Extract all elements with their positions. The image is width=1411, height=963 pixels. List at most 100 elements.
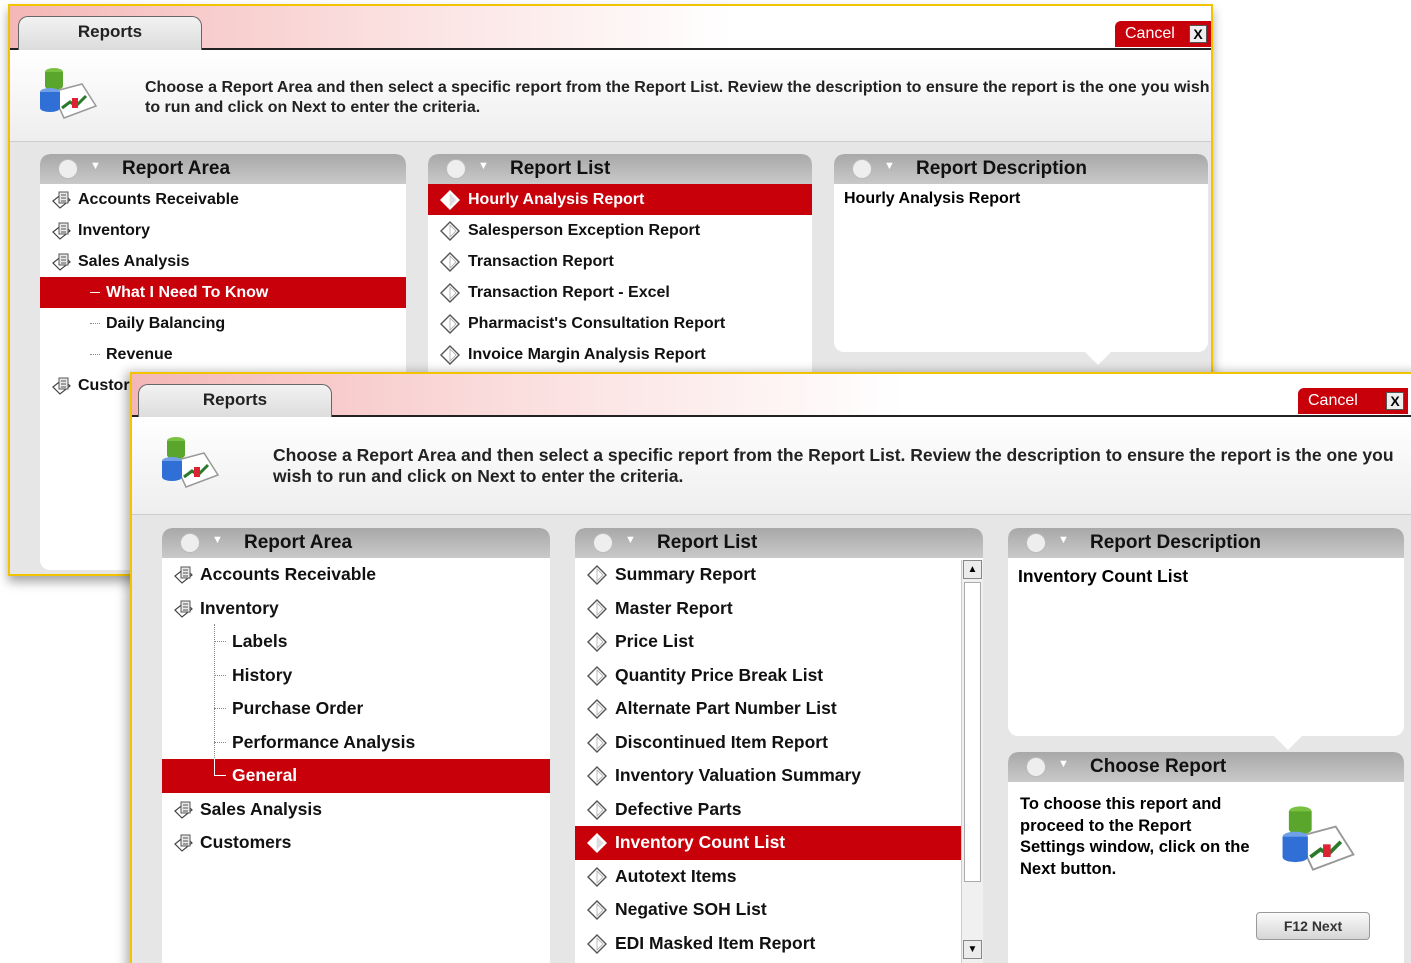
report-item-salesperson-exception[interactable]: Salesperson Exception Report bbox=[428, 215, 812, 246]
tree-item-label: Customers bbox=[200, 832, 292, 852]
close-icon[interactable]: X bbox=[1189, 25, 1207, 43]
report-item-label: Alternate Part Number List bbox=[615, 698, 837, 718]
report-icon bbox=[587, 565, 607, 585]
tree-connector bbox=[214, 641, 226, 642]
tree-item-label: Accounts Receivable bbox=[200, 564, 377, 584]
report-icon bbox=[587, 599, 607, 619]
tree-item-label: General bbox=[232, 765, 298, 785]
report-item-hourly-analysis[interactable]: Hourly Analysis Report bbox=[428, 184, 812, 215]
report-icon bbox=[440, 221, 460, 241]
tree-item-label: Daily Balancing bbox=[106, 315, 226, 332]
report-area-header: ▼ Report Area bbox=[162, 528, 550, 558]
tree-item-inventory[interactable]: Inventory bbox=[162, 592, 550, 626]
tree-item-revenue[interactable]: Revenue bbox=[40, 339, 406, 370]
folder-icon bbox=[58, 159, 78, 179]
tree-item-what-i-need-to-know[interactable]: What I Need To Know bbox=[40, 277, 406, 308]
tab-reports[interactable]: Reports bbox=[18, 16, 202, 50]
description-pointer bbox=[1084, 351, 1112, 365]
choose-report-title: Choose Report bbox=[1090, 756, 1227, 777]
report-list-items: Summary Report Master Report Price List … bbox=[575, 558, 961, 960]
tree-connector bbox=[90, 323, 100, 324]
tree-connector bbox=[90, 354, 100, 355]
report-item-edi-masked[interactable]: EDI Masked Item Report bbox=[575, 927, 961, 961]
report-icon bbox=[587, 632, 607, 652]
reports-window-foreground: Reports Cancel X Choose a Report Area an… bbox=[130, 372, 1411, 963]
tree-item-general[interactable]: General bbox=[162, 759, 550, 793]
cancel-button[interactable]: Cancel X bbox=[1298, 388, 1408, 414]
collapse-arrow-icon[interactable]: ▼ bbox=[1058, 758, 1069, 770]
collapse-arrow-icon[interactable]: ▼ bbox=[212, 534, 223, 546]
next-button[interactable]: F12 Next bbox=[1256, 912, 1370, 940]
tree-item-history[interactable]: History bbox=[162, 659, 550, 693]
tree-item-performance-analysis[interactable]: Performance Analysis bbox=[162, 726, 550, 760]
report-item-negative-soh[interactable]: Negative SOH List bbox=[575, 893, 961, 927]
report-item-discontinued-item[interactable]: Discontinued Item Report bbox=[575, 726, 961, 760]
report-icon bbox=[440, 252, 460, 272]
report-item-inventory-valuation[interactable]: Inventory Valuation Summary bbox=[575, 759, 961, 793]
tree-item-customers[interactable]: Customers bbox=[162, 826, 550, 860]
collapse-arrow-icon[interactable]: ▼ bbox=[90, 160, 101, 172]
report-area-title: Report Area bbox=[122, 158, 231, 179]
report-list-panel: ▼ Report List Summary Report Master Repo… bbox=[575, 528, 983, 963]
report-item-summary[interactable]: Summary Report bbox=[575, 558, 961, 592]
tree-item-purchase-order[interactable]: Purchase Order bbox=[162, 692, 550, 726]
choose-report-panel: ▼ Choose Report To choose this report an… bbox=[1008, 752, 1404, 963]
report-item-defective-parts[interactable]: Defective Parts bbox=[575, 793, 961, 827]
tree-item-label: What I Need To Know bbox=[106, 284, 269, 301]
tree-item-sales-analysis[interactable]: Sales Analysis bbox=[162, 793, 550, 827]
report-item-autotext[interactable]: Autotext Items bbox=[575, 860, 961, 894]
cancel-label: Cancel bbox=[1308, 392, 1358, 409]
report-item-label: Pharmacist's Consultation Report bbox=[468, 315, 726, 332]
collapse-arrow-icon[interactable]: ▼ bbox=[625, 534, 636, 546]
folder-icon bbox=[180, 533, 200, 553]
report-item-quantity-price-break[interactable]: Quantity Price Break List bbox=[575, 659, 961, 693]
tree-item-accounts-receivable[interactable]: Accounts Receivable bbox=[162, 558, 550, 592]
report-description-text: Inventory Count List bbox=[1018, 566, 1189, 586]
report-item-alternate-part-number[interactable]: Alternate Part Number List bbox=[575, 692, 961, 726]
report-category-icon bbox=[50, 190, 72, 210]
report-item-transaction[interactable]: Transaction Report bbox=[428, 246, 812, 277]
tree-item-labels[interactable]: Labels bbox=[162, 625, 550, 659]
report-icon bbox=[440, 283, 460, 303]
report-item-label: Quantity Price Break List bbox=[615, 664, 824, 685]
scroll-down-arrow-icon[interactable]: ▼ bbox=[963, 940, 982, 959]
instruction-text: Choose a Report Area and then select a s… bbox=[273, 445, 1394, 486]
cancel-button[interactable]: Cancel X bbox=[1115, 21, 1211, 47]
report-description-header: ▼ Report Description bbox=[1008, 528, 1404, 558]
eye-icon bbox=[1026, 533, 1046, 553]
report-item-label: Salesperson Exception Report bbox=[468, 222, 701, 239]
report-category-icon bbox=[50, 252, 72, 272]
report-item-label: Invoice Margin Analysis Report bbox=[468, 346, 706, 363]
description-pointer bbox=[1274, 736, 1302, 750]
report-description-text: Hourly Analysis Report bbox=[844, 190, 1021, 207]
report-item-master[interactable]: Master Report bbox=[575, 592, 961, 626]
report-item-label: Summary Report bbox=[615, 564, 757, 584]
scroll-up-arrow-icon[interactable]: ▲ bbox=[963, 560, 982, 579]
report-description-panel: ▼ Report Description Inventory Count Lis… bbox=[1008, 528, 1404, 736]
tree-item-sales-analysis[interactable]: Sales Analysis bbox=[40, 246, 406, 277]
report-category-icon bbox=[50, 221, 72, 241]
database-report-icon bbox=[1280, 798, 1356, 878]
collapse-arrow-icon[interactable]: ▼ bbox=[1058, 534, 1069, 546]
report-item-inventory-count-list[interactable]: Inventory Count List bbox=[575, 826, 961, 860]
report-item-price-list[interactable]: Price List bbox=[575, 625, 961, 659]
close-icon[interactable]: X bbox=[1386, 392, 1404, 410]
report-item-invoice-margin[interactable]: Invoice Margin Analysis Report bbox=[428, 339, 812, 370]
report-item-transaction-excel[interactable]: Transaction Report - Excel bbox=[428, 277, 812, 308]
report-item-pharmacist-consultation[interactable]: Pharmacist's Consultation Report bbox=[428, 308, 812, 339]
scrollbar-thumb[interactable] bbox=[964, 582, 981, 882]
report-list-title: Report List bbox=[510, 158, 611, 179]
report-list-scrollbar[interactable]: ▲ ▼ bbox=[961, 560, 983, 963]
tab-reports[interactable]: Reports bbox=[138, 384, 332, 418]
tab-strip: Reports Cancel X bbox=[132, 374, 1411, 418]
collapse-arrow-icon[interactable]: ▼ bbox=[478, 160, 489, 172]
eye-icon bbox=[852, 159, 872, 179]
report-icon bbox=[587, 833, 607, 853]
tree-item-daily-balancing[interactable]: Daily Balancing bbox=[40, 308, 406, 339]
choose-report-header: ▼ Choose Report bbox=[1008, 752, 1404, 782]
report-icon bbox=[587, 766, 607, 786]
collapse-arrow-icon[interactable]: ▼ bbox=[884, 160, 895, 172]
tree-item-inventory[interactable]: Inventory bbox=[40, 215, 406, 246]
report-area-title: Report Area bbox=[244, 532, 353, 553]
tree-item-accounts-receivable[interactable]: Accounts Receivable bbox=[40, 184, 406, 215]
